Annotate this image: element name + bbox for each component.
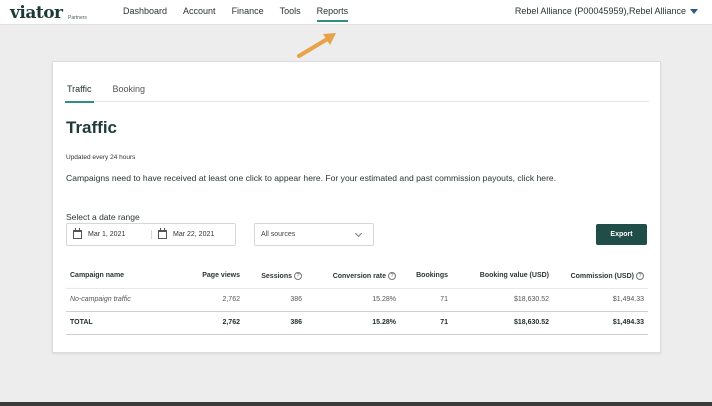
col-conversion-rate[interactable]: Conversion rate?	[306, 264, 400, 288]
col-sessions[interactable]: Sessions?	[244, 264, 306, 288]
total-conversion-rate: 15.28%	[306, 310, 400, 335]
date-range-label: Select a date range	[66, 212, 140, 222]
col-campaign-name[interactable]: Campaign name	[66, 264, 184, 288]
page-title: Traffic	[66, 118, 118, 137]
update-frequency: Updated every 24 hours	[66, 154, 136, 161]
nav-account[interactable]: Account	[183, 6, 216, 16]
end-date-value: Mar 22, 2021	[173, 231, 215, 238]
date-range-picker[interactable]: Mar 1, 2021 Mar 22, 2021	[66, 223, 236, 246]
total-booking-value: $18,630.52	[452, 310, 553, 335]
end-date-field[interactable]: Mar 22, 2021	[151, 228, 235, 239]
total-sessions: 386	[244, 310, 306, 335]
traffic-report-card: Traffic Booking Traffic Updated every 24…	[52, 61, 661, 353]
chevron-down-icon	[354, 229, 363, 238]
sources-select[interactable]: All sources	[254, 223, 374, 246]
cell-bookings: 71	[400, 287, 452, 311]
total-label: TOTAL	[66, 310, 184, 335]
top-navigation-bar: viator Partners Dashboard Account Financ…	[0, 0, 712, 25]
col-page-views[interactable]: Page views	[184, 264, 244, 288]
nav-dashboard[interactable]: Dashboard	[123, 6, 167, 16]
viator-logo[interactable]: viator Partners	[10, 3, 87, 23]
col-bookings[interactable]: Bookings	[400, 264, 452, 288]
table-header-row: Campaign name Page views Sessions? Conve…	[66, 264, 648, 288]
cell-conversion-rate: 15.28%	[306, 287, 400, 311]
table-total-row: TOTAL 2,762 386 15.28% 71 $18,630.52 $1,…	[66, 310, 648, 335]
cell-page-views: 2,762	[184, 287, 244, 311]
calendar-icon	[73, 228, 82, 239]
tab-booking[interactable]: Booking	[111, 84, 148, 102]
calendar-icon	[158, 228, 167, 239]
cell-commission: $1,494.33	[553, 287, 648, 311]
nav-reports[interactable]: Reports	[316, 6, 348, 22]
cell-campaign: No-campaign traffic	[66, 287, 184, 311]
start-date-field[interactable]: Mar 1, 2021	[67, 228, 151, 239]
pointer-arrow-icon	[297, 33, 336, 58]
account-name: Rebel Alliance (P00045959),Rebel Allianc…	[514, 6, 686, 16]
help-icon[interactable]: ?	[388, 271, 396, 280]
start-date-value: Mar 1, 2021	[88, 231, 126, 238]
window-bottom-edge	[0, 402, 712, 406]
help-icon[interactable]: ?	[636, 271, 644, 280]
nav-finance[interactable]: Finance	[232, 6, 264, 16]
account-menu[interactable]: Rebel Alliance (P00045959),Rebel Allianc…	[515, 6, 698, 16]
report-tabs: Traffic Booking	[65, 84, 649, 103]
total-page-views: 2,762	[184, 310, 244, 335]
sources-value: All sources	[261, 231, 296, 238]
traffic-table: Campaign name Page views Sessions? Conve…	[66, 264, 648, 335]
campaign-notice: Campaigns need to have received at least…	[66, 173, 557, 183]
table-row: No-campaign traffic 2,762 386 15.28% 71 …	[66, 287, 648, 311]
logo-subtitle: Partners	[68, 15, 87, 21]
help-icon[interactable]: ?	[294, 271, 302, 280]
caret-down-icon	[690, 8, 698, 14]
tab-traffic[interactable]: Traffic	[65, 84, 94, 103]
cell-sessions: 386	[244, 287, 306, 311]
total-commission: $1,494.33	[553, 310, 648, 335]
col-booking-value[interactable]: Booking value (USD)	[452, 264, 553, 288]
total-bookings: 71	[400, 310, 452, 335]
nav-tools[interactable]: Tools	[280, 6, 301, 16]
logo-wordmark: viator	[10, 3, 63, 23]
cell-booking-value: $18,630.52	[452, 287, 553, 311]
col-commission[interactable]: Commission (USD)?	[553, 264, 648, 288]
export-button[interactable]: Export	[596, 224, 647, 245]
main-nav: Dashboard Account Finance Tools Reports	[123, 6, 364, 22]
